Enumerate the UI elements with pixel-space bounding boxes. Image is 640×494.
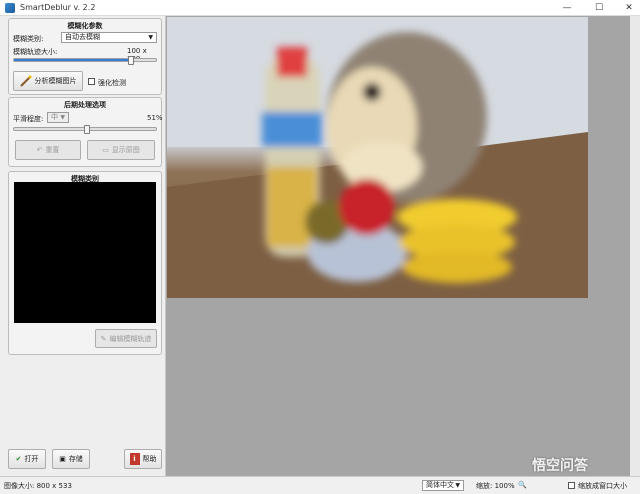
watermark-text: 悟空问答	[532, 458, 588, 474]
kernel-preview	[14, 182, 156, 323]
kernel-slider-thumb[interactable]	[128, 56, 134, 65]
postprocess-group: 后期处理选项 平滑程度: 中 ▼ 51% ↶ 重置 ▭ 显示原图	[8, 97, 163, 167]
undo-icon: ↶	[36, 146, 43, 154]
save-button-label: 存储	[68, 455, 83, 463]
enhance-detect-label: 强化检测	[98, 79, 126, 87]
canvas-scrollbar[interactable]	[630, 16, 640, 476]
help-button-label: 帮助	[142, 455, 157, 463]
blur-params-title: 模糊化参数	[67, 22, 103, 30]
enhance-detect-checkbox[interactable]	[88, 78, 95, 85]
blur-type-value: 自动去模糊	[65, 33, 100, 41]
edit-kernel-button[interactable]: ✎ 编辑模糊轨迹	[95, 329, 157, 348]
minimize-button[interactable]: —	[552, 0, 582, 16]
help-button[interactable]: i 帮助	[124, 449, 162, 469]
show-original-button[interactable]: ▭ 显示原图	[87, 140, 155, 160]
fit-window-label: 缩放成窗口大小	[578, 482, 627, 490]
status-bar: 图像大小: 800 x 533 简体中文 ▼ 缩放: 100% 🔍 缩放成窗口大…	[0, 476, 640, 494]
folder-open-icon: ✔	[15, 455, 22, 463]
language-select[interactable]: 简体中文 ▼	[422, 480, 464, 491]
photo-illustration	[167, 17, 588, 298]
info-icon: i	[129, 453, 140, 465]
language-value: 简体中文	[426, 481, 454, 489]
fit-window-checkbox[interactable]	[568, 482, 575, 489]
smooth-label: 平滑程度:	[13, 115, 44, 123]
close-button[interactable]: ✕	[614, 0, 640, 16]
blur-type-select[interactable]: 自动去模糊 ▼	[61, 32, 157, 43]
smooth-value: 中	[51, 113, 58, 121]
smooth-slider[interactable]	[13, 125, 157, 134]
save-button[interactable]: ▣ 存储	[52, 449, 90, 469]
smooth-slider-thumb[interactable]	[84, 125, 90, 134]
analyze-button[interactable]: 分析模糊图片	[13, 71, 83, 91]
window-title: SmartDeblur v. 2.2	[20, 3, 96, 12]
app-icon	[5, 3, 15, 13]
disk-icon: ▣	[59, 455, 66, 463]
edit-icon: ✎	[100, 334, 107, 343]
blur-kind-group: 模糊类别 ✎ 编辑模糊轨迹	[8, 171, 162, 355]
analyze-button-label: 分析模糊图片	[34, 77, 77, 85]
maximize-button[interactable]: ☐	[584, 0, 614, 16]
smooth-select[interactable]: 中 ▼	[47, 112, 69, 123]
chevron-down-icon: ▼	[60, 114, 65, 121]
kernel-size-slider[interactable]	[13, 56, 157, 65]
open-button[interactable]: ✔ 打开	[8, 449, 46, 469]
blur-params-group: 模糊化参数 模糊类别: 自动去模糊 ▼ 模糊轨迹大小: 100 x 100 分析…	[8, 18, 162, 95]
reset-button-label: 重置	[45, 146, 60, 154]
image-size-status: 图像大小: 800 x 533	[4, 482, 72, 490]
reset-button[interactable]: ↶ 重置	[15, 140, 81, 160]
show-original-label: 显示原图	[111, 146, 140, 154]
zoom-label: 缩放: 100%	[476, 482, 515, 490]
postprocess-title: 后期处理选项	[64, 101, 106, 109]
image-icon: ▭	[102, 146, 109, 154]
kernel-slider-fill	[14, 59, 134, 61]
title-bar: SmartDeblur v. 2.2 — ☐ ✕	[0, 0, 640, 16]
smooth-percent: 51%	[147, 114, 163, 122]
open-button-label: 打开	[24, 455, 39, 463]
control-panel: 模糊化参数 模糊类别: 自动去模糊 ▼ 模糊轨迹大小: 100 x 100 分析…	[0, 16, 166, 476]
magic-wand-icon	[19, 75, 31, 87]
kernel-size-label: 模糊轨迹大小:	[13, 48, 58, 56]
blur-type-label: 模糊类别:	[13, 35, 44, 43]
chevron-down-icon: ▼	[455, 482, 460, 489]
zoom-out-icon[interactable]: 🔍	[518, 481, 527, 489]
blurred-photo	[167, 17, 588, 298]
chevron-down-icon: ▼	[148, 34, 153, 41]
edit-kernel-label: 编辑模糊轨迹	[109, 334, 152, 343]
